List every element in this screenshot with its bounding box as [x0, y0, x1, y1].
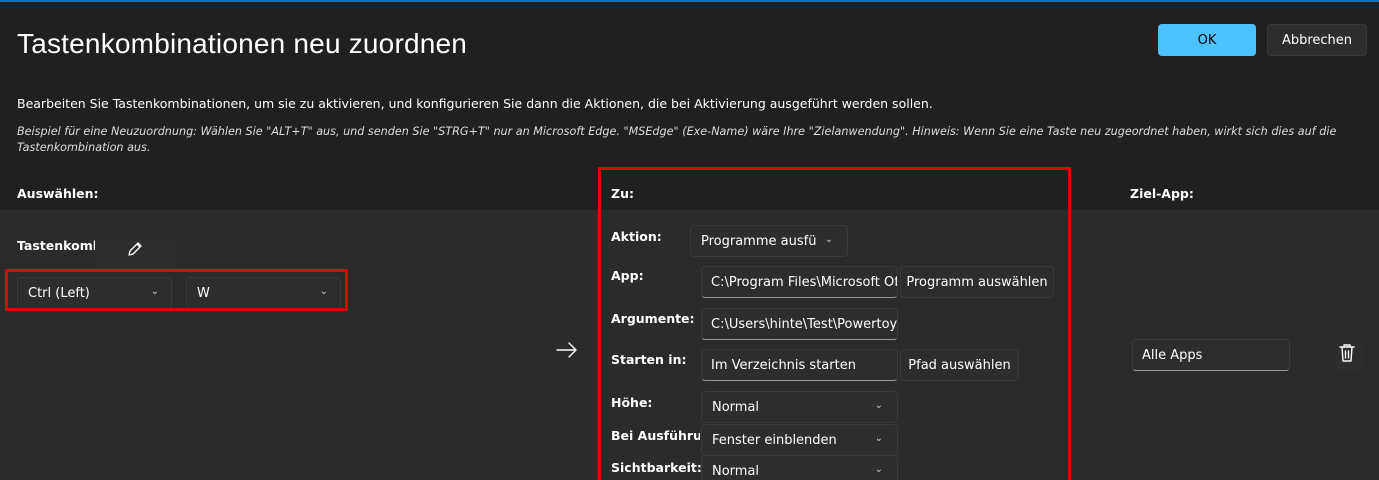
cancel-button[interactable]: Abbrechen [1267, 24, 1367, 56]
example-text: Beispiel für eine Neuzuordnung: Wählen S… [17, 125, 1337, 154]
shortcut-label: Tastenkomb [17, 238, 97, 253]
window-top-accent [0, 0, 1379, 2]
arrow-right-icon [556, 341, 578, 363]
highlight-box-to [598, 167, 1071, 480]
edit-shortcut-button[interactable] [95, 234, 175, 268]
target-app-input[interactable]: Alle Apps [1132, 339, 1290, 371]
column-header-select: Auswählen: [17, 186, 99, 201]
highlight-box-keys [5, 269, 348, 311]
ok-button[interactable]: OK [1158, 24, 1256, 56]
trash-icon [1338, 343, 1356, 367]
delete-button[interactable] [1330, 338, 1364, 372]
page-title: Tastenkombinationen neu zuordnen [17, 28, 468, 59]
description-text: Bearbeiten Sie Tastenkombinationen, um s… [17, 96, 933, 111]
column-header-target-app: Ziel-App: [1130, 186, 1194, 201]
pencil-icon [126, 240, 144, 262]
